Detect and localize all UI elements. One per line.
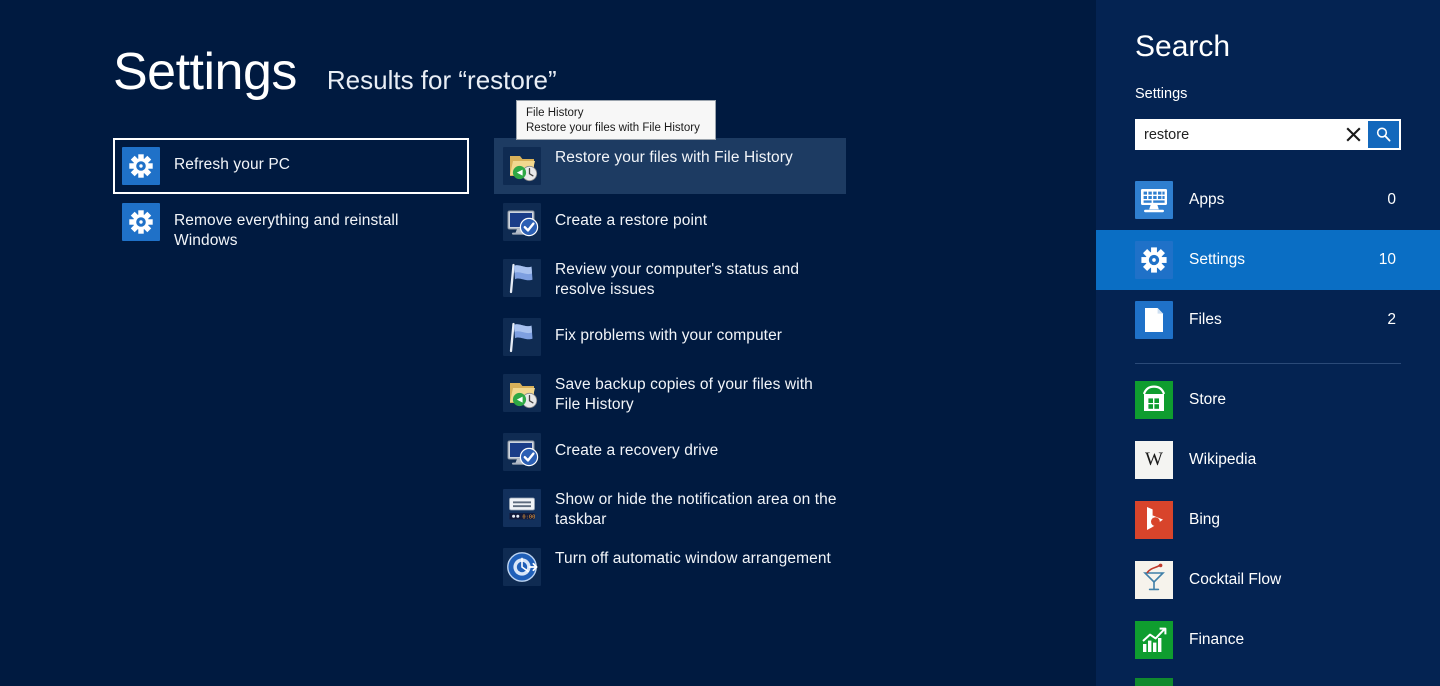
search-result-label: Restore your files with File History xyxy=(555,149,793,166)
search-category-list: Apps 0 Settings 10 Files 2 xyxy=(1096,170,1440,350)
cocktail-flow-icon xyxy=(1135,561,1173,599)
sidebar-app-item[interactable]: Cocktail Flow xyxy=(1096,550,1440,610)
settings-gear-icon xyxy=(1135,241,1173,279)
left-result-label: Remove everything and reinstall Windows xyxy=(174,212,399,249)
search-results-screen: Settings Results for “restore” Refresh y… xyxy=(0,0,1440,686)
sidebar-category-files[interactable]: Files 2 xyxy=(1096,290,1440,350)
category-count: 0 xyxy=(1387,191,1396,208)
sidebar-title: Search xyxy=(1135,30,1231,63)
file-history-icon xyxy=(503,374,541,412)
middle-results-column: Restore your files with File History Cre… xyxy=(494,138,846,595)
search-result-label: Save backup copies of your files with Fi… xyxy=(555,376,813,413)
search-result-label: Create a recovery drive xyxy=(555,442,719,459)
left-results-column: Refresh your PC Remove everything and re… xyxy=(113,138,469,260)
search-result-row[interactable]: Create a recovery drive xyxy=(494,424,846,480)
action-center-flag-icon xyxy=(503,318,541,356)
tooltip-title: File History xyxy=(526,107,584,119)
left-result-label: Refresh your PC xyxy=(174,156,291,173)
apps-icon xyxy=(1135,181,1173,219)
search-result-row[interactable]: 0:00 Show or hide the notification area … xyxy=(494,480,846,539)
sidebar-app-item[interactable]: Store xyxy=(1096,370,1440,430)
search-sidebar: Search Settings restore Apps 0 Settings … xyxy=(1096,0,1440,686)
search-result-label: Turn off automatic window arrangement xyxy=(555,550,831,567)
search-result-row[interactable]: Review your computer's status and resolv… xyxy=(494,250,846,309)
sidebar-divider xyxy=(1135,363,1401,364)
app-label: Finance xyxy=(1189,631,1245,648)
search-icon[interactable] xyxy=(1368,121,1399,148)
app-label: Store xyxy=(1189,391,1227,408)
results-for-label: Results for “restore” xyxy=(326,65,557,95)
category-count: 2 xyxy=(1387,311,1396,328)
system-restore-icon xyxy=(503,203,541,241)
category-label: Apps xyxy=(1189,191,1225,208)
left-result-row[interactable]: Remove everything and reinstall Windows xyxy=(113,194,469,260)
search-result-label: Review your computer's status and resolv… xyxy=(555,261,800,298)
left-result-row[interactable]: Refresh your PC xyxy=(113,138,469,194)
result-tooltip: File History Restore your files with Fil… xyxy=(516,100,716,140)
search-result-row[interactable]: Save backup copies of your files with Fi… xyxy=(494,365,846,424)
gear-icon xyxy=(122,147,160,185)
sidebar-app-item[interactable]: Bing xyxy=(1096,490,1440,550)
category-count: 10 xyxy=(1378,251,1396,268)
search-result-label: Create a restore point xyxy=(555,212,708,229)
gear-icon xyxy=(122,203,160,241)
app-label: Cocktail Flow xyxy=(1189,571,1282,588)
search-box[interactable] xyxy=(1135,119,1401,150)
app-label: Wikipedia xyxy=(1189,451,1257,468)
search-scope-label: Settings xyxy=(1135,86,1188,102)
category-label: Files xyxy=(1189,311,1222,328)
window-arrangement-icon xyxy=(503,548,541,586)
search-app-list: Store W Wikipedia Bing Cocktail Flow Finan… xyxy=(1096,370,1440,670)
close-icon[interactable] xyxy=(1338,119,1368,150)
svg-text:0:00: 0:00 xyxy=(522,514,535,520)
action-center-flag-icon xyxy=(503,259,541,297)
search-result-row[interactable]: Create a restore point xyxy=(494,194,846,250)
search-result-label: Fix problems with your computer xyxy=(555,327,783,344)
search-result-label: Show or hide the notification area on th… xyxy=(555,491,837,528)
page-header: Settings Results for “restore” xyxy=(113,46,557,98)
search-result-row[interactable]: Turn off automatic window arrangement xyxy=(494,539,846,595)
app-label: Bing xyxy=(1189,511,1221,528)
store-icon xyxy=(1135,381,1173,419)
finance-icon xyxy=(1135,621,1173,659)
sidebar-category-settings[interactable]: Settings 10 xyxy=(1096,230,1440,290)
page-title: Settings xyxy=(113,43,297,101)
wikipedia-icon: W xyxy=(1135,441,1173,479)
sidebar-category-apps[interactable]: Apps 0 xyxy=(1096,170,1440,230)
system-restore-icon xyxy=(503,433,541,471)
search-result-row[interactable]: Restore your files with File History xyxy=(494,138,846,194)
bing-icon xyxy=(1135,501,1173,539)
app-list-partial-item[interactable] xyxy=(1135,678,1173,686)
search-input[interactable] xyxy=(1135,126,1338,143)
sidebar-app-item[interactable]: Finance xyxy=(1096,610,1440,670)
search-result-row[interactable]: Fix problems with your computer xyxy=(494,309,846,365)
sidebar-app-item[interactable]: W Wikipedia xyxy=(1096,430,1440,490)
files-document-icon xyxy=(1135,301,1173,339)
tooltip-description: Restore your files with File History xyxy=(526,122,700,134)
category-label: Settings xyxy=(1189,251,1246,268)
file-history-icon xyxy=(503,147,541,185)
taskbar-notification-icon: 0:00 xyxy=(503,489,541,527)
